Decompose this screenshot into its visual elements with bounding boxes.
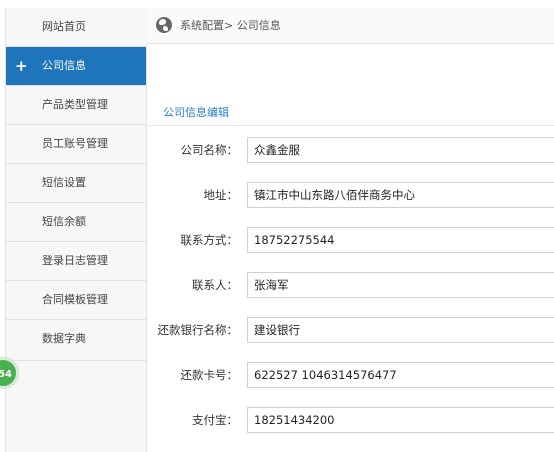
sidebar-item-home[interactable]: 网站首页: [6, 8, 146, 47]
form-row-contact-person: 联系人： 张海军: [146, 271, 554, 316]
alipay-field[interactable]: 18251434200: [247, 407, 554, 433]
sidebar-item-contract-templates[interactable]: 合同模板管理: [6, 281, 146, 320]
breadcrumb-text: 系统配置> 公司信息: [180, 19, 281, 32]
breadcrumb: 系统配置> 公司信息: [146, 8, 554, 44]
bank-name-label: 还款银行名称：: [157, 323, 239, 337]
sidebar-item-label: 登录日志管理: [42, 254, 108, 267]
contact-method-field[interactable]: 18752275544: [247, 227, 554, 253]
sidebar-item-product-types[interactable]: 产品类型管理: [6, 86, 146, 125]
card-number-field[interactable]: 622527 1046314576477: [247, 362, 554, 388]
sidebar: 网站首页 + 公司信息 产品类型管理 员工账号管理 短信设置 短信余额 登录日志管…: [5, 8, 147, 452]
sidebar-item-label: 短信余额: [42, 215, 86, 228]
card-number-label: 还款卡号：: [180, 368, 239, 382]
form-row-alipay: 支付宝： 18251434200: [146, 406, 554, 451]
sidebar-item-company-info[interactable]: + 公司信息: [6, 47, 146, 86]
form-row-card-number: 还款卡号： 622527 1046314576477: [146, 361, 554, 406]
contact-person-label: 联系人：: [192, 278, 238, 292]
address-field[interactable]: 镇江市中山东路八佰伴商务中心: [247, 182, 554, 208]
sidebar-item-login-logs[interactable]: 登录日志管理: [6, 242, 146, 281]
sidebar-item-label: 数据字典: [42, 332, 86, 345]
sidebar-item-employee-accounts[interactable]: 员工账号管理: [6, 125, 146, 164]
sidebar-item-label: 员工账号管理: [42, 137, 108, 150]
bank-name-field[interactable]: 建设银行: [247, 317, 554, 343]
sidebar-item-label: 网站首页: [42, 20, 86, 33]
sidebar-item-sms-balance[interactable]: 短信余额: [6, 203, 146, 242]
form-row-company-name: 公司名称： 众鑫金服: [146, 136, 554, 181]
company-name-field[interactable]: 众鑫金服: [247, 137, 554, 163]
plus-icon: +: [15, 57, 28, 75]
form-row-contact-method: 联系方式： 18752275544: [146, 226, 554, 271]
form-row-bank-name: 还款银行名称： 建设银行: [146, 316, 554, 361]
sidebar-item-sms-settings[interactable]: 短信设置: [6, 164, 146, 203]
sidebar-item-data-dictionary[interactable]: 数据字典: [6, 320, 146, 361]
sidebar-item-label: 产品类型管理: [42, 98, 108, 111]
address-label: 地址：: [203, 188, 239, 202]
alipay-label: 支付宝：: [192, 413, 238, 427]
sidebar-item-label: 合同模板管理: [42, 293, 108, 306]
form-section-title: 公司信息编辑: [146, 100, 554, 126]
contact-person-field[interactable]: 张海军: [247, 272, 554, 298]
contact-method-label: 联系方式：: [180, 233, 239, 247]
company-name-label: 公司名称：: [180, 143, 239, 157]
globe-icon: [156, 17, 172, 33]
sidebar-item-label: 短信设置: [42, 176, 86, 189]
form-row-address: 地址： 镇江市中山东路八佰伴商务中心: [146, 181, 554, 226]
sidebar-item-label: 公司信息: [42, 59, 86, 72]
